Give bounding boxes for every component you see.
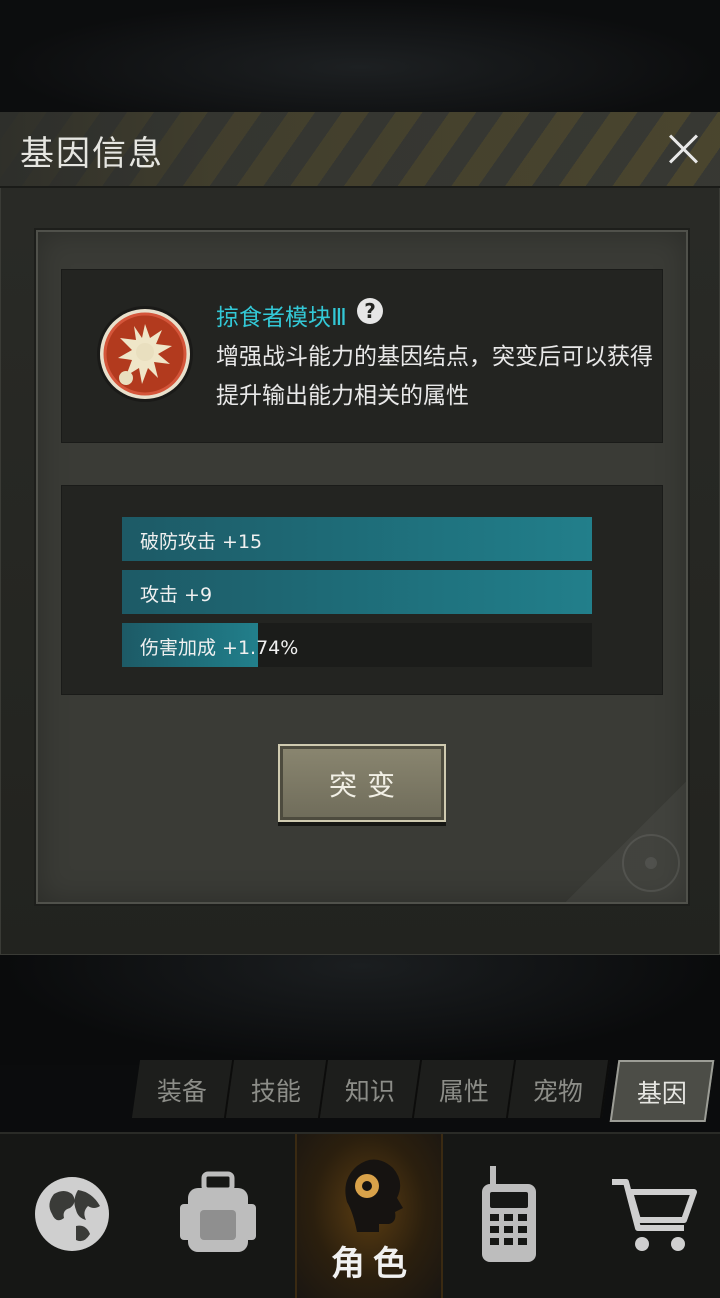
tab-label: 属性 [438, 1077, 489, 1106]
tab-label: 知识 [344, 1077, 395, 1106]
tab-label: 宠物 [532, 1077, 583, 1106]
help-icon[interactable]: ? [357, 298, 383, 324]
nav-world[interactable] [0, 1134, 144, 1298]
mutate-button[interactable]: 突变 [278, 744, 446, 822]
nav-radio[interactable] [432, 1134, 576, 1298]
shopping-cart-icon [612, 1179, 697, 1251]
tab-skills[interactable]: 技能 [225, 1060, 329, 1118]
predator-module-emblem-icon [97, 306, 193, 402]
gene-info-dialog: 基因信息 掠食者模块Ⅲ ? 增强战斗能力的基因结点，突变后可以获得提升输出能力相… [0, 112, 720, 955]
dialog-header: 基因信息 [0, 112, 720, 188]
tab-attributes[interactable]: 属性 [413, 1060, 517, 1118]
sub-tab-bar: 装备 技能 知识 属性 宠物 基因 [130, 1060, 720, 1122]
stat-label: 伤害加成 +1.74% [140, 637, 299, 659]
character-head-icon [345, 1159, 403, 1232]
nav-shop[interactable] [576, 1134, 720, 1298]
stat-bar-attack: 攻击 +9 [122, 570, 592, 614]
bottom-nav: 角色 [0, 1132, 720, 1298]
tab-knowledge[interactable]: 知识 [319, 1060, 423, 1118]
mutate-button-label: 突变 [328, 769, 405, 802]
walkie-talkie-icon [482, 1166, 536, 1262]
tab-label: 技能 [250, 1077, 301, 1106]
background-top [0, 0, 720, 112]
gene-name: 掠食者模块Ⅲ [216, 305, 347, 331]
nav-character[interactable]: 角色 [295, 1134, 443, 1298]
tab-label: 基因 [636, 1079, 687, 1108]
tab-equipment[interactable]: 装备 [131, 1060, 235, 1118]
gene-description: 增强战斗能力的基因结点，突变后可以获得提升输出能力相关的属性 [216, 344, 653, 409]
nav-label: 角色 [331, 1244, 415, 1284]
tab-label: 装备 [156, 1077, 207, 1106]
nav-backpack[interactable] [144, 1134, 288, 1298]
background-middle [0, 955, 720, 1065]
stat-bar-damage-bonus: 伤害加成 +1.74% [122, 623, 592, 667]
tab-pets[interactable]: 宠物 [507, 1060, 611, 1118]
close-icon[interactable] [658, 124, 708, 174]
globe-icon [35, 1177, 109, 1251]
radiation-icon [622, 834, 680, 892]
stat-label: 攻击 +9 [140, 584, 213, 606]
stats-box: 破防攻击 +15 攻击 +9 伤害加成 +1.74% [61, 485, 663, 695]
gene-panel: 掠食者模块Ⅲ ? 增强战斗能力的基因结点，突变后可以获得提升输出能力相关的属性 … [36, 230, 688, 904]
tab-genes[interactable]: 基因 [609, 1060, 715, 1122]
stat-bar-armor-pierce: 破防攻击 +15 [122, 517, 592, 561]
gene-info-box: 掠食者模块Ⅲ ? 增强战斗能力的基因结点，突变后可以获得提升输出能力相关的属性 [61, 269, 663, 443]
backpack-icon [180, 1171, 256, 1252]
stat-label: 破防攻击 +15 [140, 531, 263, 553]
dialog-title: 基因信息 [20, 134, 164, 174]
